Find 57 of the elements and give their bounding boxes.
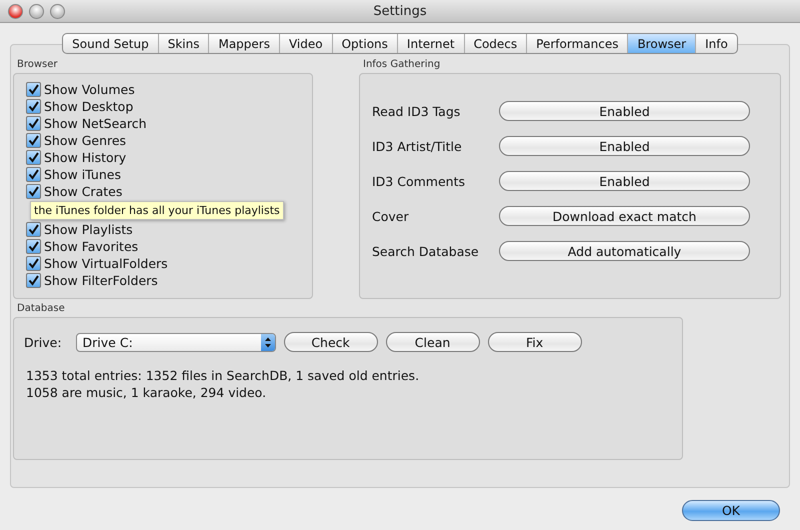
group-title: Database (16, 303, 66, 316)
tab[interactable]: Info (696, 34, 737, 53)
checkbox[interactable] (26, 184, 41, 199)
status-text: 1058 are music, 1 karaoke, 294 video. (26, 385, 268, 400)
checkbox[interactable] (26, 167, 41, 182)
checkbox[interactable] (26, 239, 41, 254)
status-text: 1353 total entries: 1352 files in SearchDB, 1 saved old entries. (26, 368, 420, 383)
checkbox[interactable] (26, 116, 41, 131)
checkbox-label: Show History (44, 150, 126, 165)
checkbox[interactable] (26, 256, 41, 271)
minimize-button[interactable] (29, 4, 44, 18)
group-title: Infos Gathering (362, 59, 442, 72)
zoom-button[interactable] (50, 4, 65, 18)
setting-label: Read ID3 Tags (372, 104, 462, 118)
stepper-icon (260, 334, 275, 350)
database-button[interactable]: Fix (488, 332, 582, 352)
database-button[interactable]: Check (284, 332, 378, 352)
tab[interactable]: Codecs (464, 34, 528, 53)
group-title: Browser (16, 59, 59, 72)
database-button[interactable]: Clean (386, 332, 480, 352)
tab[interactable]: Options (332, 34, 398, 53)
checkbox-label: Show Crates (44, 184, 122, 199)
drive-select[interactable]: Drive C: (76, 332, 276, 352)
close-button[interactable] (8, 4, 23, 18)
checkbox-label: Show VirtualFolders (44, 256, 168, 271)
checkbox[interactable] (26, 133, 41, 148)
checkbox[interactable] (26, 99, 41, 114)
window-title: Settings (373, 4, 427, 18)
checkbox[interactable] (26, 82, 41, 97)
ok-button[interactable]: OK (682, 500, 780, 521)
checkbox[interactable] (26, 150, 41, 165)
checkbox-label: Show NetSearch (44, 116, 147, 131)
checkbox[interactable] (26, 273, 41, 288)
checkbox[interactable] (26, 222, 41, 237)
tab[interactable]: Browser (628, 34, 696, 53)
checkbox-label: Show Volumes (44, 82, 135, 97)
option-button[interactable]: Download exact match (499, 206, 750, 226)
checkbox-label: Show iTunes (44, 167, 121, 182)
checkbox-label: Show Favorites (44, 239, 138, 254)
drive-label: Drive: (24, 334, 62, 350)
checkbox-label: Show Genres (44, 133, 126, 148)
option-button[interactable]: Add automatically (499, 241, 750, 261)
setting-label: Search Database (372, 244, 480, 258)
setting-label: Cover (372, 208, 410, 224)
tab[interactable]: Video (280, 34, 333, 53)
tab[interactable]: Internet (398, 34, 465, 53)
tab[interactable]: Mappers (209, 34, 280, 53)
setting-label: ID3 Comments (372, 174, 466, 188)
checkbox-label: Show Desktop (44, 99, 134, 114)
setting-label: ID3 Artist/Title (372, 138, 463, 154)
option-button[interactable]: Enabled (499, 101, 750, 121)
option-button[interactable]: Enabled (499, 136, 750, 156)
option-button[interactable]: Enabled (499, 171, 750, 191)
tooltip: the iTunes folder has all your iTunes playlists (30, 201, 284, 220)
tab[interactable]: Skins (158, 34, 210, 53)
checkbox-label: Show FilterFolders (44, 273, 158, 288)
checkbox-label: Show Playlists (44, 222, 133, 237)
